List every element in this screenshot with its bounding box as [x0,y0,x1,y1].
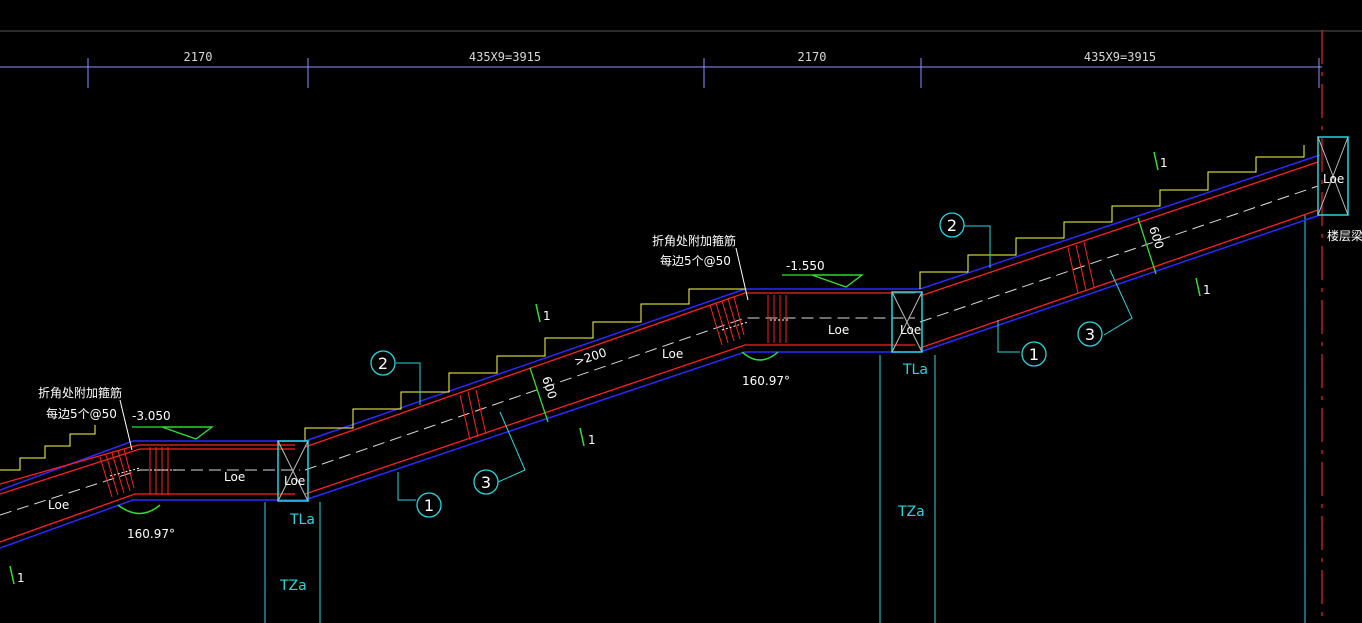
beam-tla-2 [891,291,923,353]
loe-labels: Loe Loe Loe Loe Loe Loe Loe [48,172,1344,512]
thickness-label-2: 600 [1146,225,1166,251]
slope-label: 1 [17,571,25,585]
tza-label-2: TZa [897,504,925,520]
dimension-flight-2: 435X9=3915 [1084,50,1156,64]
concrete-top-edge-2 [304,288,920,442]
column-tza-2 [879,355,936,623]
loe-label: Loe [828,323,849,337]
rebar-note-1-line1: 折角处附加箍筋 [38,385,122,400]
slope-mark-labels: 1 1 1 1 1 [17,156,1211,585]
bubble-leaders [396,225,1133,501]
bubble-label: 2 [378,354,388,373]
loe-label: Loe [284,474,305,488]
angle-marker-1: 160.97° [117,504,175,541]
angle-marker-2: 160.97° [741,351,790,388]
bubble-1b: 1 [1021,341,1047,367]
rebar-note-2: 折角处附加箍筋 每边5个@50 [652,233,749,301]
beam-tla-1 [277,440,309,502]
elevation-label-1: -3.050 [132,409,171,423]
loe-label: Loe [900,323,921,337]
tla-label-1: TLa [289,512,315,528]
bubble-label: 3 [1085,325,1095,344]
angle-label-1: 160.97° [127,527,175,541]
bubble-2a: 2 [370,350,396,376]
loe-label: Loe [48,498,69,512]
rebar-note-2-line1: 折角处附加箍筋 [652,233,736,248]
concrete-bottom-edge-2 [304,351,920,501]
rebar-note-2-line2: 每边5个@50 [660,253,731,268]
slope-label: 1 [1160,156,1168,170]
tza-label-1: TZa [279,578,307,594]
slope-label: 1 [1203,283,1211,297]
rebar-lines [0,161,1319,543]
dimension-flight-1: 435X9=3915 [469,50,541,64]
stair-section-drawing: 2170 435X9=3915 2170 435X9=3915 -3.050 -… [0,30,1362,623]
dimension-landing-2: 2170 [798,50,827,64]
bubble-label: 3 [481,473,491,492]
gap-label: >200 [573,345,609,369]
slope-label: 1 [543,309,551,323]
mid-stirrups-2 [1067,241,1095,294]
stair-steps [0,145,1305,471]
elevation-label-2: -1.550 [786,259,825,273]
dimension-chain: 2170 435X9=3915 2170 435X9=3915 [0,50,1322,88]
rebar-note-1: 折角处附加箍筋 每边5个@50 [38,385,133,451]
loe-label: Loe [224,470,245,484]
loe-label: Loe [1323,172,1344,186]
slope-label: 1 [588,433,596,447]
bubble-label: 1 [424,496,434,515]
rebar-note-1-line2: 每边5个@50 [46,406,117,421]
bubble-label: 1 [1029,345,1039,364]
loe-label: Loe [662,347,683,361]
bubble-2b: 2 [939,212,965,238]
floor-beam-label: 楼层梁 [1327,228,1362,243]
thickness-label-1: 600 [539,375,559,401]
tla-label-2: TLa [902,362,928,378]
elevation-marker-2: -1.550 [782,259,864,288]
bubble-3b: 3 [1077,321,1103,347]
angle-label-2: 160.97° [742,374,790,388]
bubble-label: 2 [947,216,957,235]
slope-marks [9,151,1201,585]
concrete-top-edge-3 [919,154,1321,290]
dimension-landing-1: 2170 [184,50,213,64]
elevation-marker-1: -3.050 [132,409,214,440]
fold-stirrups-1 [99,447,169,498]
concrete-bottom-edge-3 [919,214,1321,353]
rebar-anchor-marks [109,319,790,477]
bubble-3a: 3 [473,469,499,495]
concrete-outline [0,154,1321,549]
bubble-1a: 1 [416,492,442,518]
thickness-dim-1: 600 [529,367,560,423]
